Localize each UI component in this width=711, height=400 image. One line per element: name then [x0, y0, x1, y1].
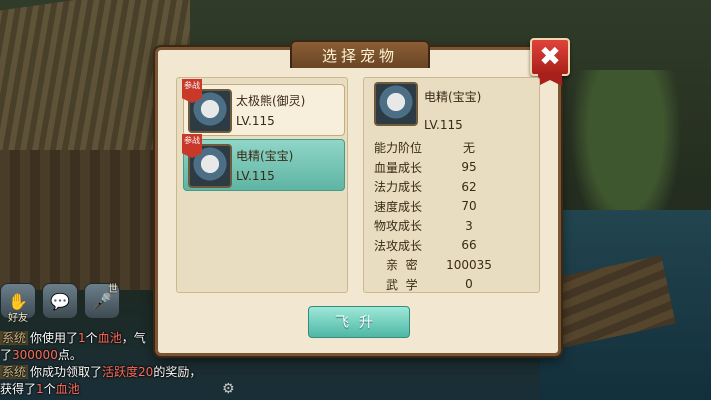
battle-badge: 参战	[182, 134, 202, 158]
system-tag: 系统	[0, 331, 29, 345]
pet-list: 参战 太极熊(御灵) LV.115 参战 电精(宝宝) LV.115	[176, 77, 348, 293]
stat-row: 能力阶位无	[374, 141, 475, 156]
speech-bubble-icon: 💬	[50, 291, 70, 311]
pet-name: 电精(宝宝)	[236, 149, 294, 163]
hud-buttons: ✋ 好友 💬 🎤 世	[0, 283, 120, 324]
friend-button[interactable]: ✋ 好友	[0, 283, 36, 324]
ascend-button[interactable]: 飞升	[308, 306, 410, 338]
stats-table: 能力阶位无 血量成长 95 法力成长 62 速度成长 70 物攻成长 3 法攻成长 66 …	[374, 138, 534, 294]
voice-button[interactable]: 🎤 世	[84, 283, 120, 319]
pet-avatar	[374, 82, 418, 126]
dialog-title-tab: 选择宠物	[290, 40, 430, 68]
close-button[interactable]: ✖	[530, 38, 570, 86]
stat-row: 法攻成长 66	[374, 238, 477, 253]
pet-level: LV.115	[236, 114, 275, 128]
dialog-title: 选择宠物	[321, 46, 398, 65]
pet-name: 太极熊(御灵)	[236, 94, 306, 108]
activity-link[interactable]: 活跃度20	[102, 365, 153, 379]
pet-card-selected[interactable]: 参战 电精(宝宝) LV.115	[182, 134, 345, 191]
close-icon: ✖	[539, 42, 561, 72]
gear-icon[interactable]: ⚙	[222, 381, 235, 397]
stat-row: 武 学0	[386, 277, 473, 292]
chat-line: 获得了1个血池	[0, 382, 80, 396]
stat-row: 速度成长 70	[374, 199, 477, 214]
item-link[interactable]: 血池	[98, 331, 122, 345]
handshake-icon: ✋	[8, 291, 28, 311]
select-pet-dialog: 选择宠物 ✖ 参战 太极熊(御灵) LV.115 参战 电精(宝宝) LV.11…	[155, 38, 570, 356]
friend-label: 好友	[8, 313, 28, 324]
chat-button[interactable]: 💬	[42, 283, 78, 319]
detail-pet-level: LV.115	[424, 118, 463, 132]
stat-row: 血量成长 95	[374, 160, 477, 175]
system-tag: 系统	[0, 365, 29, 379]
ribbon-decoration	[538, 74, 562, 86]
chat-line: 系统 你成功领取了活跃度20的奖励，	[0, 365, 202, 379]
stat-row: 亲 密 100035	[386, 257, 492, 273]
battle-badge: 参战	[182, 79, 202, 103]
detail-pet-name: 电精(宝宝)	[424, 90, 482, 104]
stat-row: 物攻成长 3	[374, 218, 473, 234]
pet-level: LV.115	[236, 169, 275, 183]
pet-card[interactable]: 参战 太极熊(御灵) LV.115	[182, 79, 345, 136]
stat-row: 法力成长 62	[374, 179, 477, 195]
world-channel-label: 世	[108, 284, 118, 295]
item-link[interactable]: 血池	[56, 382, 80, 396]
pet-detail-panel: 电精(宝宝) LV.115 能力阶位无 血量成长 95 法力成长 62 速度成长 70…	[363, 77, 540, 293]
